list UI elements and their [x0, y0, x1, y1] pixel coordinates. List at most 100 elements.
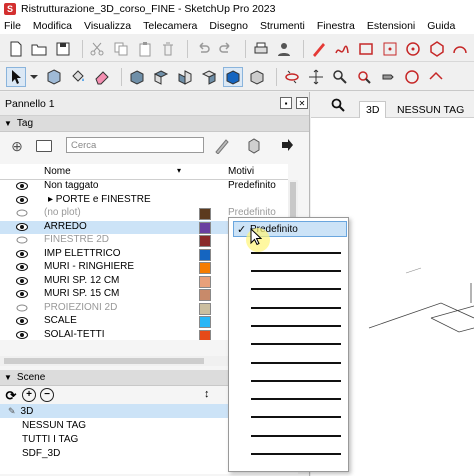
tag-color-swatch[interactable]	[199, 221, 211, 234]
tag-color-swatch[interactable]	[199, 289, 211, 301]
eye-icon[interactable]	[16, 276, 28, 286]
line-style-dashed-5[interactable]	[251, 325, 341, 327]
tag-tool-pencil-icon[interactable]	[214, 138, 230, 155]
sort-chevron-icon[interactable]: ▾	[177, 166, 181, 175]
eye-hidden-icon[interactable]	[16, 208, 28, 218]
rotated-rectangle-icon[interactable]	[380, 39, 400, 59]
details-arrow-icon[interactable]	[280, 138, 294, 152]
line-style-dashed-2[interactable]	[251, 270, 341, 272]
tag-folder-row[interactable]: ▸ PORTE e FINESTRE	[0, 194, 288, 208]
menu-estensioni[interactable]: Estensioni	[367, 20, 415, 32]
eye-icon[interactable]	[16, 195, 28, 205]
eye-icon[interactable]	[16, 222, 28, 232]
zoom-extents-icon[interactable]	[354, 67, 374, 87]
eye-icon[interactable]	[16, 262, 28, 272]
line-style-dashed-11[interactable]	[251, 435, 341, 437]
name-column-header[interactable]: Nome	[44, 166, 71, 177]
menu-finestra[interactable]: Finestra	[317, 20, 355, 32]
tab-3d[interactable]: 3D	[359, 101, 387, 118]
walk-icon[interactable]	[378, 67, 398, 87]
save-icon[interactable]	[53, 39, 73, 59]
dropdown-arrow-icon[interactable]	[30, 67, 38, 87]
paste-icon[interactable]	[135, 39, 155, 59]
arc-icon[interactable]	[451, 39, 471, 59]
tag-color-swatch[interactable]	[199, 235, 211, 247]
undo-icon[interactable]	[193, 39, 213, 59]
cut-icon[interactable]	[88, 39, 108, 59]
left-view-icon[interactable]	[247, 67, 267, 87]
section-plane-icon[interactable]	[402, 67, 422, 87]
iso-view-icon[interactable]	[127, 67, 147, 87]
pencil-icon[interactable]	[309, 39, 329, 59]
tag-color-swatch[interactable]	[199, 329, 211, 340]
line-style-dashed-9[interactable]	[251, 398, 341, 400]
circle-icon[interactable]	[403, 39, 423, 59]
tag-color-swatch[interactable]	[199, 302, 211, 315]
tag-color-swatch[interactable]	[199, 262, 211, 274]
new-file-icon[interactable]	[6, 39, 26, 59]
eye-icon[interactable]	[16, 249, 28, 259]
line-style-dashed-12[interactable]	[251, 453, 341, 455]
menu-strumenti[interactable]: Strumenti	[260, 20, 305, 32]
pan-icon[interactable]	[306, 67, 326, 87]
search-icon[interactable]	[331, 98, 345, 112]
tag-motivo[interactable]: Predefinito	[228, 180, 276, 191]
tag-color-swatch[interactable]	[199, 248, 211, 261]
eye-hidden-icon[interactable]	[16, 235, 28, 245]
line-style-dashed-1[interactable]	[251, 252, 341, 254]
select-arrow-icon[interactable]	[6, 66, 26, 87]
open-folder-icon[interactable]	[30, 39, 50, 59]
eye-icon[interactable]	[16, 330, 28, 340]
print-icon[interactable]	[251, 39, 271, 59]
menu-file[interactable]: File	[4, 20, 21, 32]
make-component-icon[interactable]	[44, 67, 64, 87]
add-tag-icon[interactable]: ⊕	[10, 138, 24, 154]
update-scene-icon[interactable]: ⟳	[4, 388, 18, 402]
line-style-dashed-8[interactable]	[251, 380, 341, 382]
delete-icon[interactable]	[158, 39, 178, 59]
orbit-icon[interactable]	[282, 67, 302, 87]
motivi-dropdown[interactable]: ✓ Predefinito	[228, 217, 349, 472]
scrollbar-thumb[interactable]	[4, 358, 204, 364]
color-by-tag-icon[interactable]	[246, 138, 262, 154]
tag-color-swatch[interactable]	[199, 316, 211, 328]
eye-icon[interactable]	[16, 181, 28, 191]
tag-color-swatch[interactable]	[199, 275, 211, 288]
tab-nessun-tag[interactable]: NESSUN TAG	[391, 101, 470, 118]
zoom-icon[interactable]	[330, 67, 350, 87]
line-style-dashed-6[interactable]	[251, 343, 341, 345]
copy-icon[interactable]	[111, 39, 131, 59]
tag-color-swatch[interactable]	[199, 208, 211, 220]
tag-search-input[interactable]: Cerca	[66, 137, 204, 153]
add-scene-icon[interactable]: +	[22, 388, 36, 402]
line-style-dashed-7[interactable]	[251, 362, 341, 364]
line-style-dashed-4[interactable]	[251, 307, 341, 309]
menu-modifica[interactable]: Modifica	[33, 20, 72, 32]
top-view-icon[interactable]	[151, 67, 171, 87]
line-style-dashed-10[interactable]	[251, 416, 341, 418]
pin-icon[interactable]: ▪	[280, 97, 292, 109]
menu-disegno[interactable]: Disegno	[209, 20, 248, 32]
eye-icon[interactable]	[16, 289, 28, 299]
eye-icon[interactable]	[16, 316, 28, 326]
user-icon[interactable]	[275, 39, 295, 59]
front-view-icon[interactable]	[175, 67, 195, 87]
rectangle-icon[interactable]	[356, 39, 376, 59]
redo-icon[interactable]	[216, 39, 236, 59]
add-tag-folder-icon[interactable]	[36, 140, 52, 152]
dimension-icon[interactable]	[426, 67, 446, 87]
menu-telecamera[interactable]: Telecamera	[143, 20, 197, 32]
right-view-icon[interactable]	[199, 67, 219, 87]
move-scene-icon[interactable]: ↕	[204, 388, 210, 400]
line-style-dashed-3[interactable]	[251, 288, 341, 290]
menu-visualizza[interactable]: Visualizza	[84, 20, 131, 32]
close-icon[interactable]: ✕	[296, 97, 308, 109]
menu-guida[interactable]: Guida	[427, 20, 455, 32]
eye-hidden-icon[interactable]	[16, 303, 28, 313]
back-view-icon[interactable]	[223, 66, 243, 87]
tag-section-header[interactable]: ▼ Tag	[0, 116, 309, 132]
polygon-icon[interactable]	[427, 39, 447, 59]
motivi-column-header[interactable]: Motivi	[228, 166, 254, 177]
tag-row[interactable]: Non taggato Predefinito	[0, 180, 288, 194]
freehand-icon[interactable]	[333, 39, 353, 59]
